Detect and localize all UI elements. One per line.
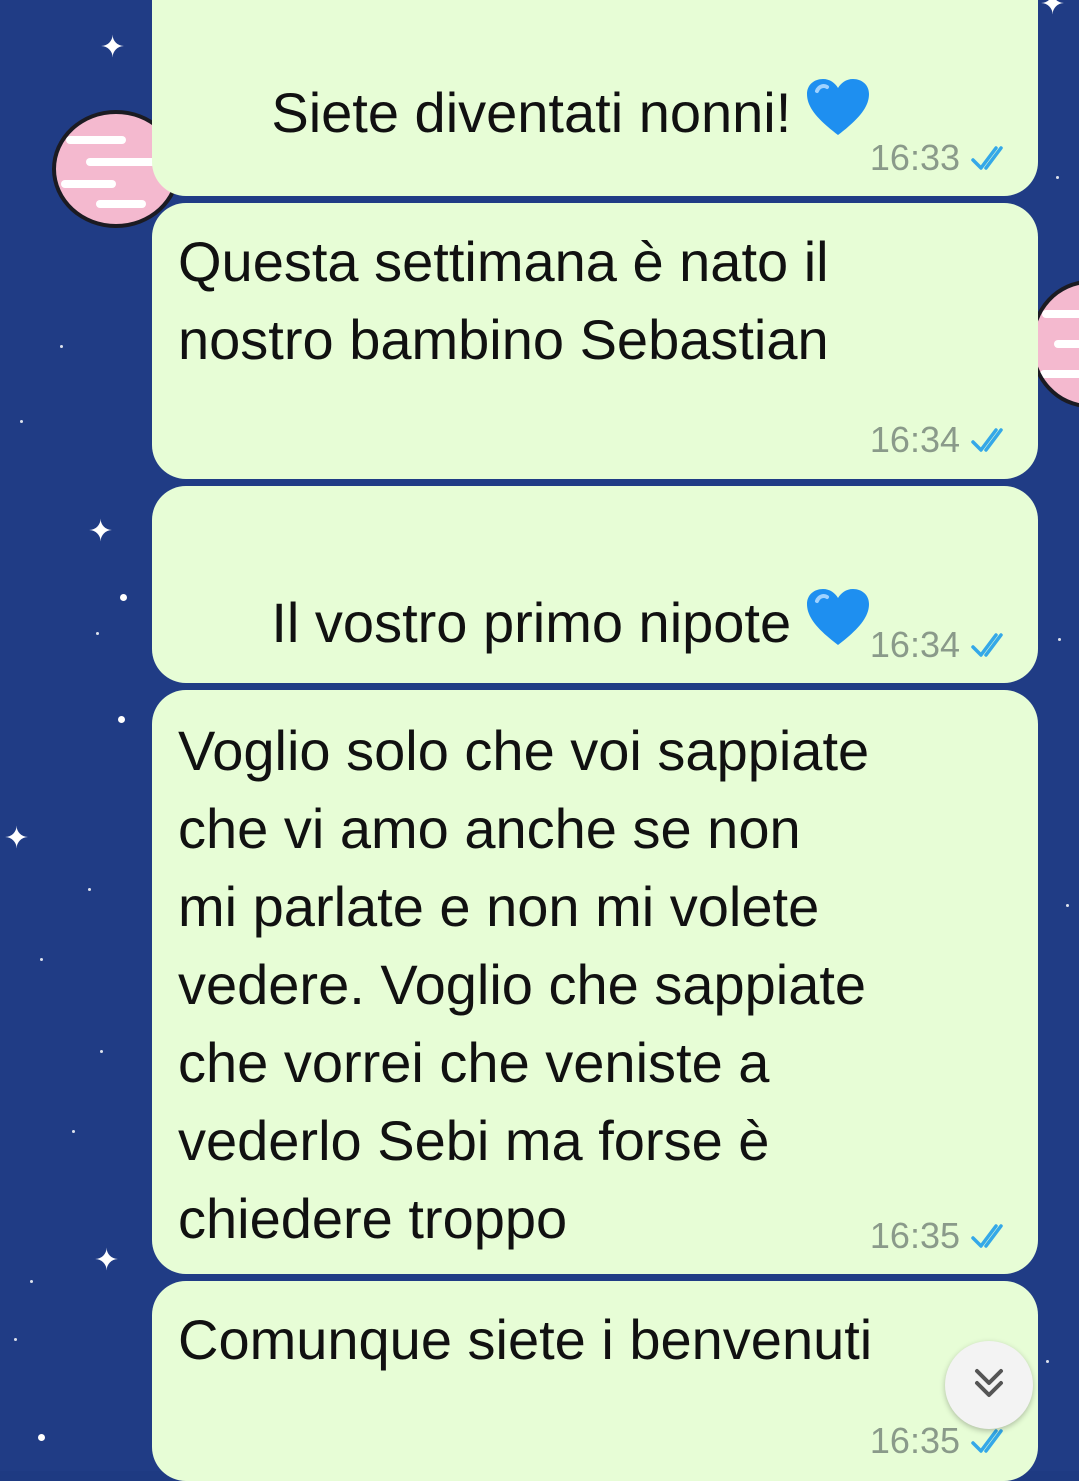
message-bubble-outgoing[interactable]: Siete diventati nonni! 16:33 <box>152 0 1038 196</box>
message-meta: 16:33 <box>870 140 1014 176</box>
read-ticks-icon <box>970 143 1014 173</box>
blue-heart-icon <box>805 587 871 667</box>
message-list[interactable]: Siete diventati nonni! 16:33 Questa sett… <box>0 0 1079 1481</box>
message-meta: 16:34 <box>870 627 1014 663</box>
message-meta: 16:35 <box>870 1218 1014 1254</box>
message-time: 16:33 <box>869 137 960 178</box>
double-chevron-down-icon <box>969 1363 1009 1408</box>
read-ticks-icon <box>970 630 1014 660</box>
message-text: Siete diventati nonni! <box>178 0 978 235</box>
message-time: 16:34 <box>869 624 960 665</box>
message-time: 16:35 <box>869 1215 960 1256</box>
message-meta: 16:34 <box>870 422 1014 458</box>
message-time: 16:34 <box>869 419 960 460</box>
read-ticks-icon <box>970 1221 1014 1251</box>
message-text: Voglio solo che voi sappiate che vi amo … <box>178 719 870 1250</box>
blue-heart-icon <box>805 77 871 157</box>
read-ticks-icon <box>970 425 1014 455</box>
message-time: 16:35 <box>869 1420 960 1461</box>
message-text-content: Il vostro primo nipote <box>271 591 792 654</box>
message-text: Comunque siete i benvenuti <box>178 1308 873 1371</box>
read-ticks-icon <box>970 1426 1014 1456</box>
message-text: Questa settimana è nato il nostro bambin… <box>178 230 829 371</box>
message-bubble-outgoing[interactable]: Voglio solo che voi sappiate che vi amo … <box>152 690 1038 1274</box>
message-text-content: Siete diventati nonni! <box>271 81 792 144</box>
message-bubble-outgoing[interactable]: Il vostro primo nipote 16:34 <box>152 486 1038 683</box>
message-bubble-outgoing[interactable]: Questa settimana è nato il nostro bambin… <box>152 203 1038 479</box>
scroll-to-bottom-button[interactable] <box>945 1341 1033 1429</box>
message-bubble-outgoing[interactable]: Comunque siete i benvenuti 16:35 <box>152 1281 1038 1481</box>
